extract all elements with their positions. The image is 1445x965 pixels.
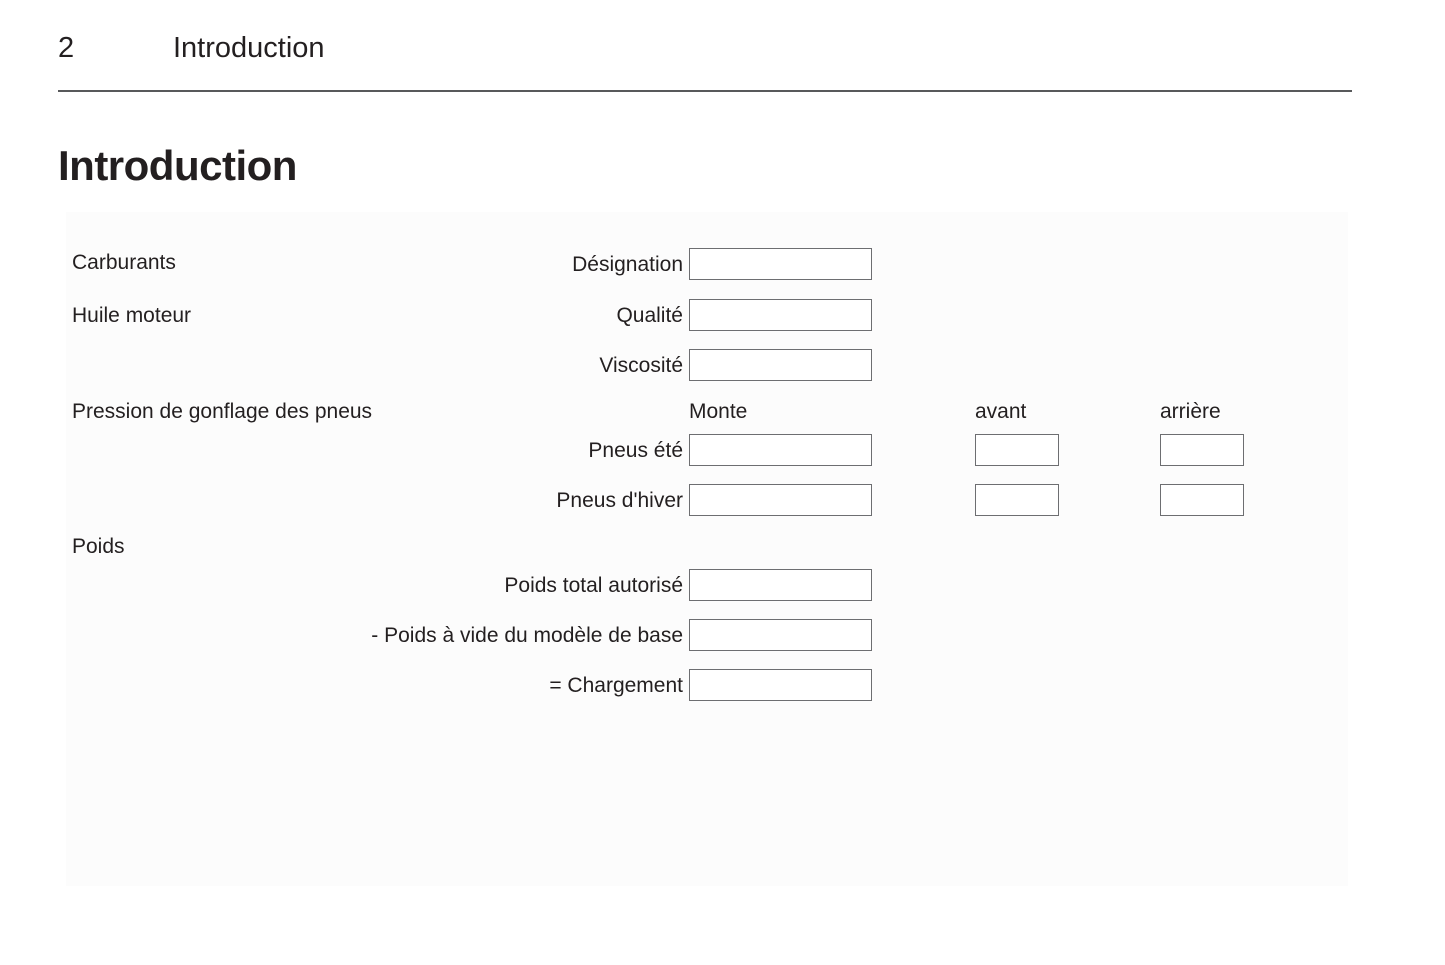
field-label-pneus-ete: Pneus été [588, 439, 683, 462]
form-row-poids-a-vide: - Poids à vide du modèle de base [66, 619, 1348, 653]
section-label-poids: Poids [72, 535, 125, 558]
field-input-poids-a-vide[interactable] [689, 619, 872, 651]
form-row-designation: Désignation [66, 248, 1348, 282]
header-divider-rule [58, 90, 1352, 92]
field-input-pneus-ete-avant[interactable] [975, 434, 1059, 466]
field-input-pneus-ete-arriere[interactable] [1160, 434, 1244, 466]
header-chapter-title: Introduction [173, 32, 325, 64]
vehicle-data-form-panel: Carburants Huile moteur Pression de gonf… [66, 212, 1348, 886]
form-row-poids-total: Poids total autorisé [66, 569, 1348, 603]
field-input-viscosite[interactable] [689, 349, 872, 381]
field-label-chargement: = Chargement [549, 674, 683, 697]
form-row-chargement: = Chargement [66, 669, 1348, 703]
form-row-viscosite: Viscosité [66, 349, 1348, 383]
section-label-pression-pneus: Pression de gonflage des pneus [72, 400, 373, 423]
field-input-pneus-hiver-arriere[interactable] [1160, 484, 1244, 516]
page-number: 2 [58, 32, 75, 64]
running-header: 2 Introduction [58, 26, 1352, 70]
field-label-qualite: Qualité [616, 304, 683, 327]
form-row-pneus-ete: Pneus été [66, 434, 1348, 468]
page-title: Introduction [58, 142, 297, 190]
field-label-designation: Désignation [572, 253, 683, 276]
field-label-poids-total-autorise: Poids total autorisé [504, 574, 683, 597]
field-input-pneus-hiver-monte[interactable] [689, 484, 872, 516]
field-label-poids-a-vide: - Poids à vide du modèle de base [371, 624, 683, 647]
column-header-monte: Monte [689, 400, 748, 423]
field-input-chargement[interactable] [689, 669, 872, 701]
field-input-poids-total-autorise[interactable] [689, 569, 872, 601]
field-label-viscosite: Viscosité [599, 354, 683, 377]
field-input-designation[interactable] [689, 248, 872, 280]
field-input-qualite[interactable] [689, 299, 872, 331]
field-input-pneus-hiver-avant[interactable] [975, 484, 1059, 516]
form-row-pneus-hiver: Pneus d'hiver [66, 484, 1348, 518]
column-header-arriere: arrière [1160, 400, 1221, 423]
column-header-avant: avant [975, 400, 1027, 423]
field-input-pneus-ete-monte[interactable] [689, 434, 872, 466]
field-label-pneus-hiver: Pneus d'hiver [556, 489, 683, 512]
form-row-qualite: Qualité [66, 299, 1348, 333]
